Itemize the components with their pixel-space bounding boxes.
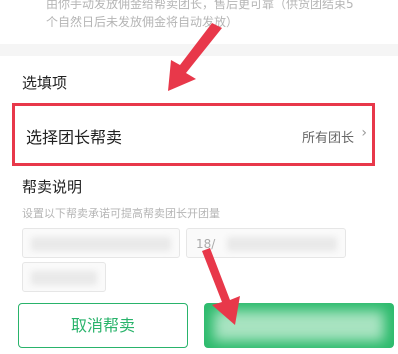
commission-note-line1: 由你手动发放佣金给帮卖团长，售后更可靠（供货团结束5 xyxy=(46,0,354,11)
section-divider xyxy=(0,44,398,56)
help-section-subtitle: 设置以下帮卖承诺可提高帮卖团长开团量 xyxy=(22,207,220,220)
help-section-title: 帮卖说明 xyxy=(22,178,83,196)
commission-note: 由你手动发放佣金给帮卖团长，售后更可靠（供货团结束5 个自然日后未发放佣金将自动… xyxy=(0,0,398,44)
blurred-label xyxy=(214,311,384,341)
select-leader-row[interactable]: 选择团长帮卖 所有团长 › xyxy=(12,103,375,166)
promise-option-chip[interactable] xyxy=(22,228,180,258)
promise-option-chip[interactable] xyxy=(22,262,106,292)
select-leader-label: 选择团长帮卖 xyxy=(26,128,123,147)
promise-option-partial-text: 18/ xyxy=(196,237,216,251)
optional-section-title: 选填项 xyxy=(22,74,68,92)
confirm-button[interactable] xyxy=(204,303,394,348)
select-leader-value: 所有团长 xyxy=(301,131,354,146)
chevron-right-icon: › xyxy=(361,125,367,141)
cancel-help-sell-button[interactable]: 取消帮卖 xyxy=(18,303,188,348)
commission-note-line2: 个自然日后未发放佣金将自动发放） xyxy=(46,15,239,29)
